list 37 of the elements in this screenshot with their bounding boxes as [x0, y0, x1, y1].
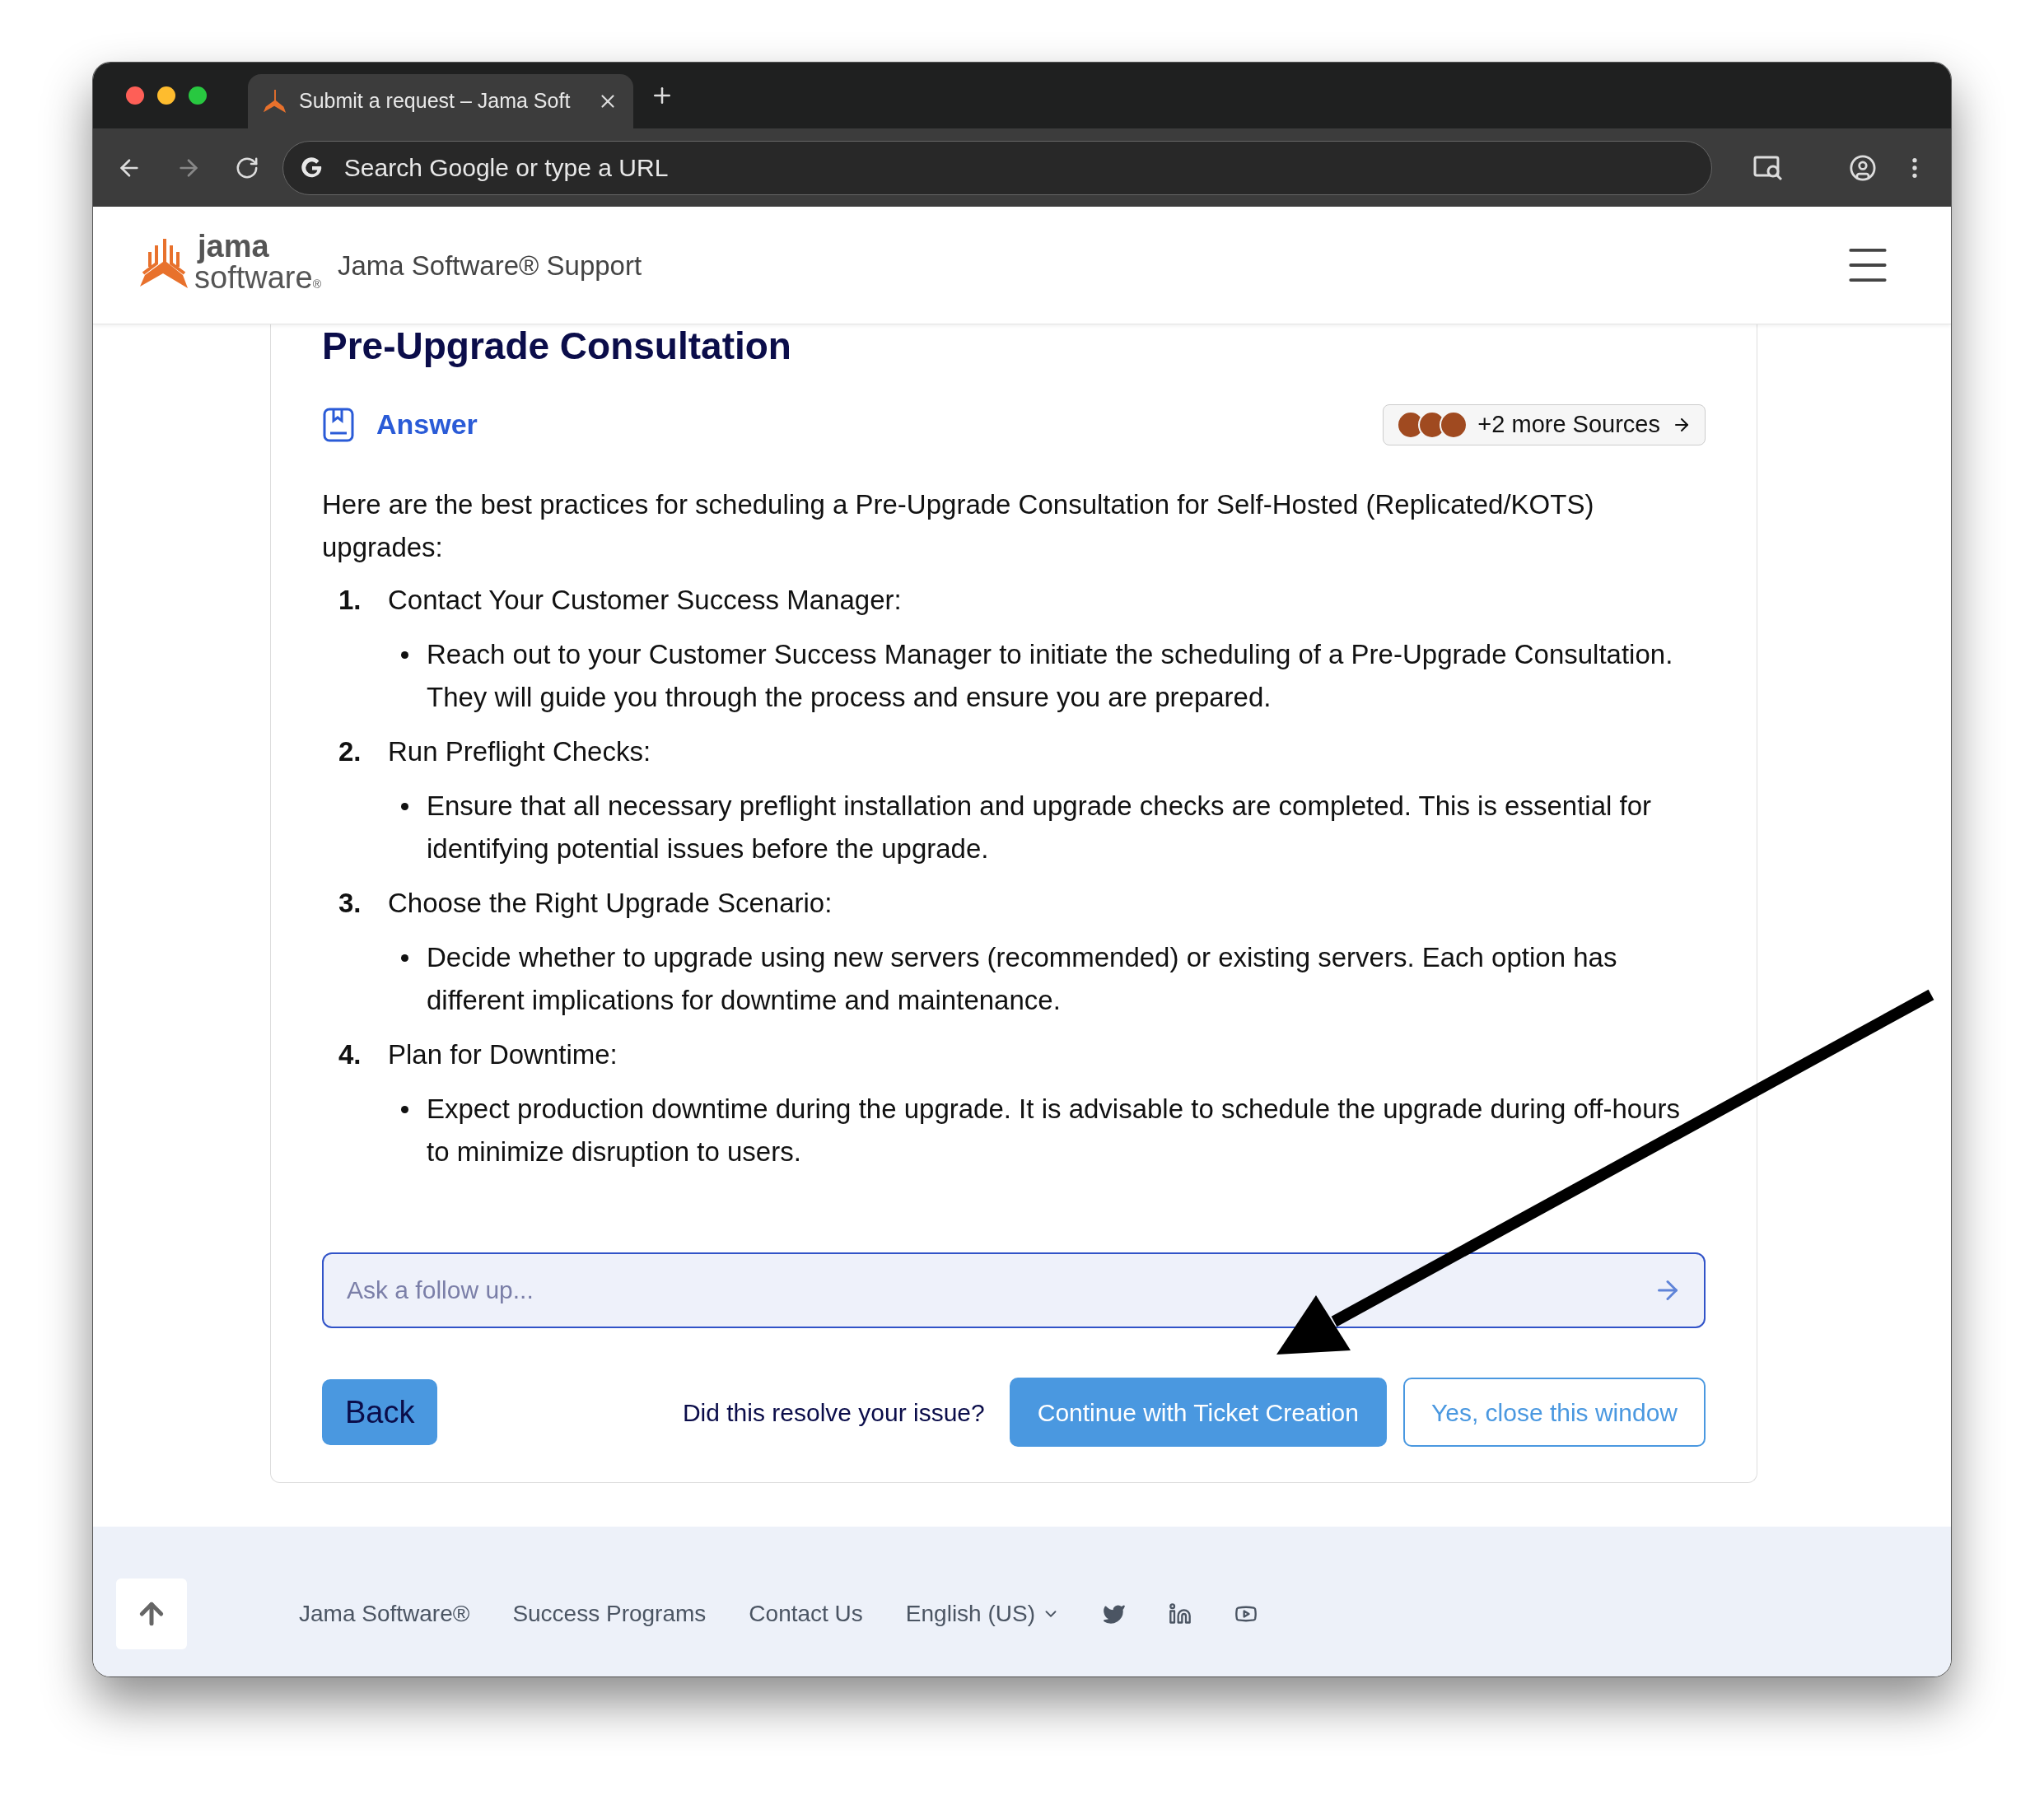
step-number: 4.: [338, 1038, 362, 1071]
step-detail: Expect production downtime during the upgrade. It is advisable to schedule the upgrade during off-hours to minimize disruption to users.: [427, 1093, 1682, 1168]
footer-link[interactable]: Success Programs: [512, 1597, 707, 1631]
follow-up-field[interactable]: Ask a follow up...: [322, 1252, 1706, 1328]
bookmark-book-icon: [322, 406, 355, 443]
more-sources-button[interactable]: +2 more Sources: [1383, 403, 1706, 445]
article-title: Pre-Upgrade Consultation: [322, 324, 792, 369]
step-number: 2.: [338, 735, 362, 768]
resolve-question: Did this resolve your issue?: [682, 1397, 985, 1428]
favicon-icon: [263, 89, 287, 114]
back-button[interactable]: Back: [322, 1379, 438, 1445]
step-title: Run Preflight Checks:: [388, 735, 651, 768]
step-title: Choose the Right Upgrade Scenario:: [388, 887, 833, 920]
profile-icon[interactable]: [1849, 153, 1878, 182]
answer-label: Answer: [376, 408, 478, 441]
twitter-icon[interactable]: [1103, 1602, 1126, 1625]
step-title: Contact Your Customer Success Manager:: [388, 584, 902, 617]
footer-link[interactable]: Contact Us: [749, 1597, 863, 1631]
step-title: Plan for Downtime:: [388, 1038, 618, 1071]
step-number: 3.: [338, 887, 362, 920]
step-detail: Decide whether to upgrade using new servers (recommended) or existing servers. Each option has different implications for downtime and maintenance.: [427, 941, 1618, 1017]
scroll-top-button[interactable]: [116, 1578, 187, 1649]
tab-title: Submit a request – Jama Soft: [299, 88, 571, 114]
step-detail: Ensure that all necessary preflight installation and upgrade checks are completed. This is essential for identifying potential issues before the upgrade.: [427, 790, 1653, 865]
linkedin-icon[interactable]: [1169, 1602, 1192, 1625]
address-bar[interactable]: Search Google or type a URL: [282, 140, 1713, 195]
step-detail: Reach out to your Customer Success Manager to initiate the scheduling of a Pre-Upgrade Consultation. They will guide you through the process and ensure you are prepared.: [427, 638, 1674, 714]
language-selector[interactable]: English (US): [905, 1597, 1060, 1631]
browser-tab[interactable]: Submit a request – Jama Soft: [248, 74, 633, 128]
footer-link[interactable]: Jama Software®: [299, 1597, 470, 1631]
address-placeholder: Search Google or type a URL: [343, 153, 669, 183]
intro-paragraph: Here are the best practices for scheduling a Pre-Upgrade Consultation for Self-Hosted (Replicated/KOTS) upgrades:: [322, 488, 1595, 564]
registered-mark: ®: [312, 277, 321, 292]
site-title: Jama Software® Support: [337, 249, 642, 283]
step-number: 1.: [338, 584, 362, 617]
search-tabs-icon[interactable]: [1753, 154, 1784, 181]
logo-wordmark: jama: [196, 231, 270, 262]
